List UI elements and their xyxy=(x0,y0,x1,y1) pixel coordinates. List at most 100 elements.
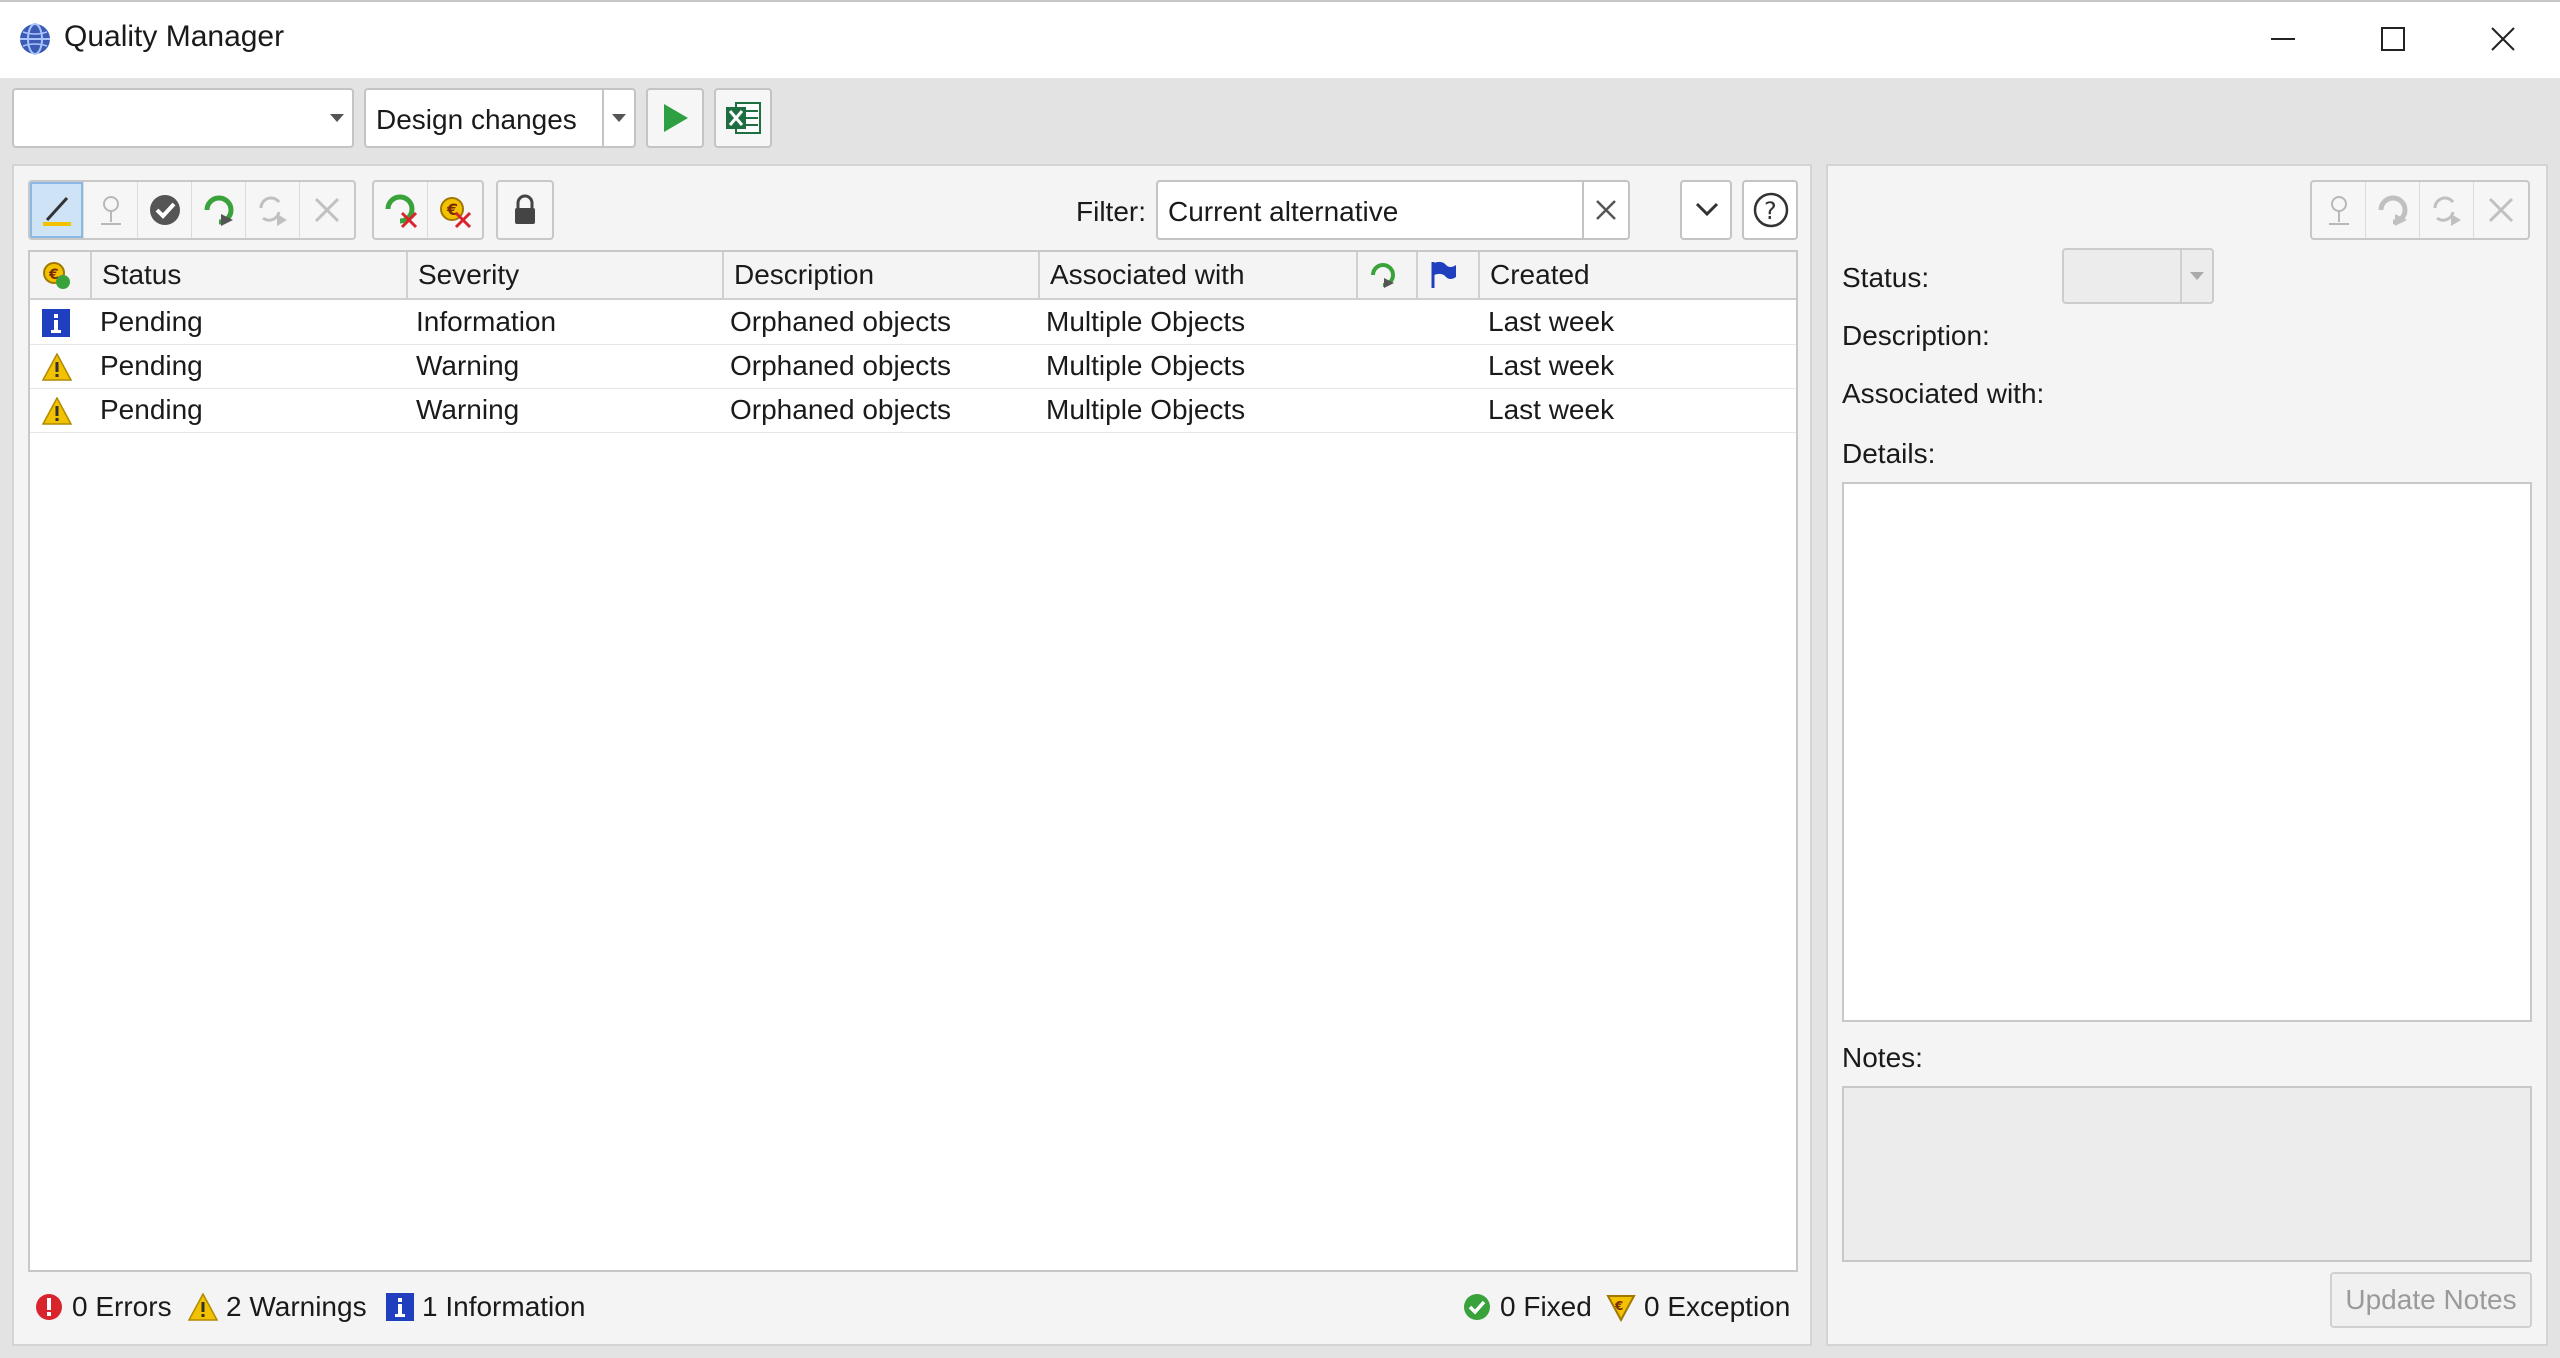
severity-cell: Warning xyxy=(416,350,520,381)
exception-remove-icon: € xyxy=(440,197,472,229)
exception-coin-icon: € xyxy=(43,262,70,289)
information-count[interactable]: 1 Information xyxy=(386,1290,585,1324)
exception-text: 0 Exception xyxy=(1644,1291,1791,1322)
play-icon xyxy=(664,104,688,132)
description-cell: Orphaned objects xyxy=(730,394,952,425)
details-locate-button[interactable] xyxy=(2312,182,2366,238)
details-reprocess-button[interactable] xyxy=(2420,182,2474,238)
chevron-down-icon xyxy=(1695,202,1719,217)
warnings-count[interactable]: 2 Warnings xyxy=(188,1290,367,1324)
status-combo[interactable] xyxy=(2062,248,2214,304)
run-button[interactable] xyxy=(646,88,704,148)
check-circle-icon xyxy=(1464,1294,1490,1320)
close-icon xyxy=(314,197,340,223)
description-cell: Orphaned objects xyxy=(730,350,952,381)
lock-group xyxy=(496,180,554,240)
table-row[interactable]: Pending Information Orphaned objects Mul… xyxy=(30,300,1796,345)
header-description[interactable]: Description xyxy=(724,252,1040,298)
details-label: Details: xyxy=(1842,438,1936,469)
errors-count[interactable]: 0 Errors xyxy=(34,1290,172,1324)
description-cell: Orphaned objects xyxy=(730,306,952,337)
header-severity[interactable]: Severity xyxy=(408,252,724,298)
info-icon xyxy=(386,1293,414,1321)
associated-cell: Multiple Objects xyxy=(1046,306,1246,337)
details-textbox[interactable] xyxy=(1842,482,2532,1022)
brush-icon xyxy=(42,196,71,226)
fixed-text: 0 Fixed xyxy=(1500,1291,1592,1322)
warnings-text: 2 Warnings xyxy=(226,1291,367,1322)
maximize-button[interactable] xyxy=(2338,0,2448,78)
error-icon xyxy=(36,1294,62,1320)
export-excel-button[interactable] xyxy=(714,88,772,148)
delete-button[interactable] xyxy=(300,182,354,238)
check-circle-icon xyxy=(149,195,180,225)
table-row[interactable]: Pending Warning Orphaned objects Multipl… xyxy=(30,344,1796,389)
locate-button[interactable] xyxy=(84,182,138,238)
warning-icon xyxy=(41,394,73,438)
status-label: Status: xyxy=(1842,262,1930,293)
description-label: Description: xyxy=(1842,320,1990,351)
exception-count[interactable]: € 0 Exception xyxy=(1606,1290,1790,1324)
mark-fixed-button[interactable] xyxy=(138,182,192,238)
maximize-icon xyxy=(2381,27,2405,51)
refresh-green-icon xyxy=(204,195,233,226)
details-refresh-button[interactable] xyxy=(2366,182,2420,238)
mode-combo-value: Design changes xyxy=(376,104,577,135)
severity-cell: Information xyxy=(416,306,557,337)
close-icon xyxy=(2491,27,2515,51)
filter-combo[interactable]: Current alternative xyxy=(1156,180,1630,240)
lock-icon xyxy=(515,194,535,224)
associated-with-label: Associated with: xyxy=(1842,378,2045,409)
close-icon xyxy=(2488,197,2514,223)
close-window-button[interactable] xyxy=(2448,0,2558,78)
exception-shield-icon: € xyxy=(1606,1295,1636,1322)
warning-icon xyxy=(188,1293,218,1321)
notes-textbox[interactable] xyxy=(1842,1086,2532,1262)
issues-grid[interactable]: € Status Severity Description Associated… xyxy=(28,250,1798,1272)
help-button[interactable]: ? xyxy=(1742,180,1798,240)
created-cell: Last week xyxy=(1488,394,1615,425)
svg-text:€: € xyxy=(1614,1299,1623,1313)
reprocess-button[interactable] xyxy=(246,182,300,238)
details-toolbar xyxy=(2310,180,2530,240)
created-cell: Last week xyxy=(1488,350,1615,381)
filter-label: Filter: xyxy=(1076,196,1146,227)
svg-text:€: € xyxy=(446,200,458,219)
highlight-button[interactable] xyxy=(30,182,84,238)
flag-icon xyxy=(1431,261,1456,288)
globe-app-icon xyxy=(20,23,50,55)
associated-cell: Multiple Objects xyxy=(1046,394,1246,425)
filter-dropdown-button[interactable] xyxy=(1680,180,1732,240)
minimize-icon xyxy=(2271,38,2295,40)
details-delete-button[interactable] xyxy=(2474,182,2528,238)
clear-exceptions-button[interactable]: € xyxy=(428,182,482,238)
grid-header: € Status Severity Description Associated… xyxy=(30,252,1796,300)
header-created[interactable]: Created xyxy=(1480,252,1796,298)
minimize-button[interactable] xyxy=(2228,0,2338,78)
status-cell: Pending xyxy=(100,394,203,425)
refresh-check-button[interactable] xyxy=(192,182,246,238)
update-notes-button[interactable]: Update Notes xyxy=(2330,1272,2532,1328)
table-row[interactable]: Pending Warning Orphaned objects Multipl… xyxy=(30,388,1796,433)
mode-combo[interactable]: Design changes xyxy=(364,88,636,148)
fixed-count[interactable]: 0 Fixed xyxy=(1462,1290,1592,1324)
header-fixed-column[interactable] xyxy=(1358,252,1418,298)
clear-fixed-button[interactable] xyxy=(374,182,428,238)
chevron-down-icon xyxy=(322,90,352,146)
header-severity-icon-column[interactable]: € xyxy=(30,252,92,298)
excel-icon xyxy=(726,102,761,134)
map-pin-icon xyxy=(2328,196,2349,225)
header-status[interactable]: Status xyxy=(92,252,408,298)
clear-filter-button[interactable] xyxy=(1582,182,1628,238)
information-text: 1 Information xyxy=(422,1291,586,1322)
map-pin-icon xyxy=(100,196,121,225)
lock-button[interactable] xyxy=(498,182,552,238)
refresh-green-icon xyxy=(1371,263,1395,288)
exception-toolbar: € xyxy=(372,180,484,240)
scope-combo[interactable] xyxy=(12,88,354,148)
status-cell: Pending xyxy=(100,350,203,381)
refresh-arrow-icon xyxy=(259,196,287,226)
help-icon: ? xyxy=(1753,192,1789,228)
header-flag-column[interactable] xyxy=(1418,252,1480,298)
header-associated-with[interactable]: Associated with xyxy=(1040,252,1358,298)
